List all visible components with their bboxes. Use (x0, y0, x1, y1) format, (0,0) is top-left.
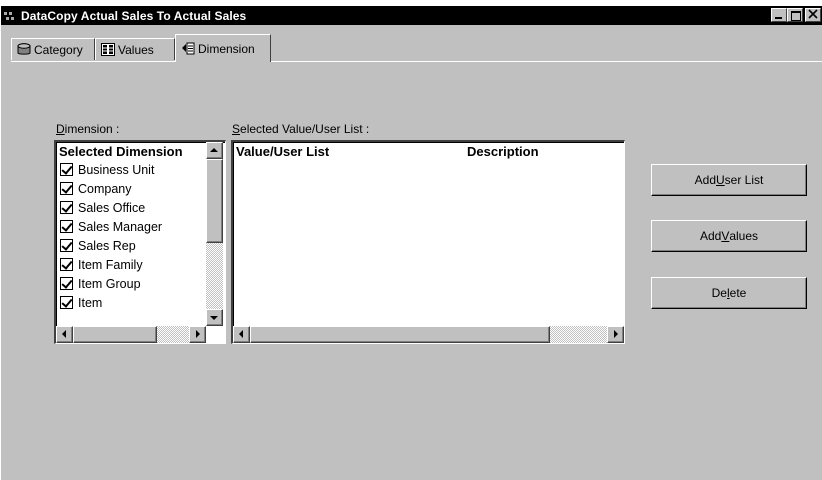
dimension-list[interactable]: Selected Dimension Business Unit Company… (54, 140, 226, 344)
scroll-right-button[interactable] (189, 326, 206, 343)
main-window: DataCopy Actual Sales To Actual Sales Ca… (0, 6, 822, 480)
value-user-list[interactable]: Value/User List Description (231, 140, 625, 344)
checkbox[interactable] (60, 220, 73, 233)
add-values-button[interactable]: Add Values (651, 220, 807, 252)
dimension-list-header: Selected Dimension (59, 143, 183, 159)
tab-category-label: Category (34, 42, 83, 57)
scroll-left-button[interactable] (56, 326, 73, 343)
checkbox[interactable] (60, 277, 73, 290)
list-item[interactable]: Business Unit (60, 160, 154, 179)
dimension-icon (181, 42, 195, 55)
tab-dimension-label: Dimension (198, 41, 255, 56)
title-bar[interactable]: DataCopy Actual Sales To Actual Sales (1, 6, 822, 25)
scroll-thumb[interactable] (250, 326, 550, 343)
value-horizontal-scrollbar[interactable] (233, 326, 624, 343)
close-icon (808, 9, 818, 19)
tab-values-label: Values (118, 42, 154, 57)
checkbox[interactable] (60, 296, 73, 309)
dimension-vertical-scrollbar[interactable] (206, 142, 223, 326)
checkbox[interactable] (60, 201, 73, 214)
checkbox[interactable] (60, 239, 73, 252)
column-header-value[interactable]: Value/User List (236, 142, 329, 160)
columns-icon (101, 43, 115, 56)
list-item[interactable]: Sales Manager (60, 217, 162, 236)
scroll-thumb[interactable] (73, 326, 157, 343)
list-item[interactable]: Sales Office (60, 198, 145, 217)
scroll-down-button[interactable] (206, 309, 223, 326)
list-item[interactable]: Sales Rep (60, 236, 136, 255)
dimension-horizontal-scrollbar[interactable] (56, 326, 206, 343)
scroll-thumb[interactable] (206, 159, 223, 243)
add-user-list-button[interactable]: Add User List (651, 164, 807, 196)
tab-strip-baseline (11, 61, 822, 62)
tab-values[interactable]: Values (95, 38, 175, 60)
list-item[interactable]: Item Family (60, 255, 143, 274)
scroll-up-button[interactable] (206, 142, 223, 159)
app-icon (3, 9, 19, 23)
list-item[interactable]: Company (60, 179, 132, 198)
checkbox[interactable] (60, 182, 73, 195)
scroll-right-button[interactable] (607, 326, 624, 343)
list-item[interactable]: Item Group (60, 274, 141, 293)
close-button[interactable] (805, 8, 821, 22)
maximize-button[interactable] (787, 8, 803, 22)
tab-dimension[interactable]: Dimension (175, 34, 271, 62)
checkbox[interactable] (60, 258, 73, 271)
database-icon (17, 43, 31, 56)
dimension-label: Dimension : (56, 122, 120, 136)
list-item[interactable]: Item (60, 293, 102, 312)
scroll-left-button[interactable] (233, 326, 250, 343)
window-title: DataCopy Actual Sales To Actual Sales (21, 8, 247, 23)
delete-button[interactable]: De l ete (651, 277, 807, 309)
column-header-description[interactable]: Description (467, 142, 539, 160)
minimize-button[interactable] (771, 8, 787, 22)
tab-category[interactable]: Category (11, 38, 95, 60)
selected-value-label: Selected Value/User List : (232, 122, 370, 136)
checkbox[interactable] (60, 163, 73, 176)
